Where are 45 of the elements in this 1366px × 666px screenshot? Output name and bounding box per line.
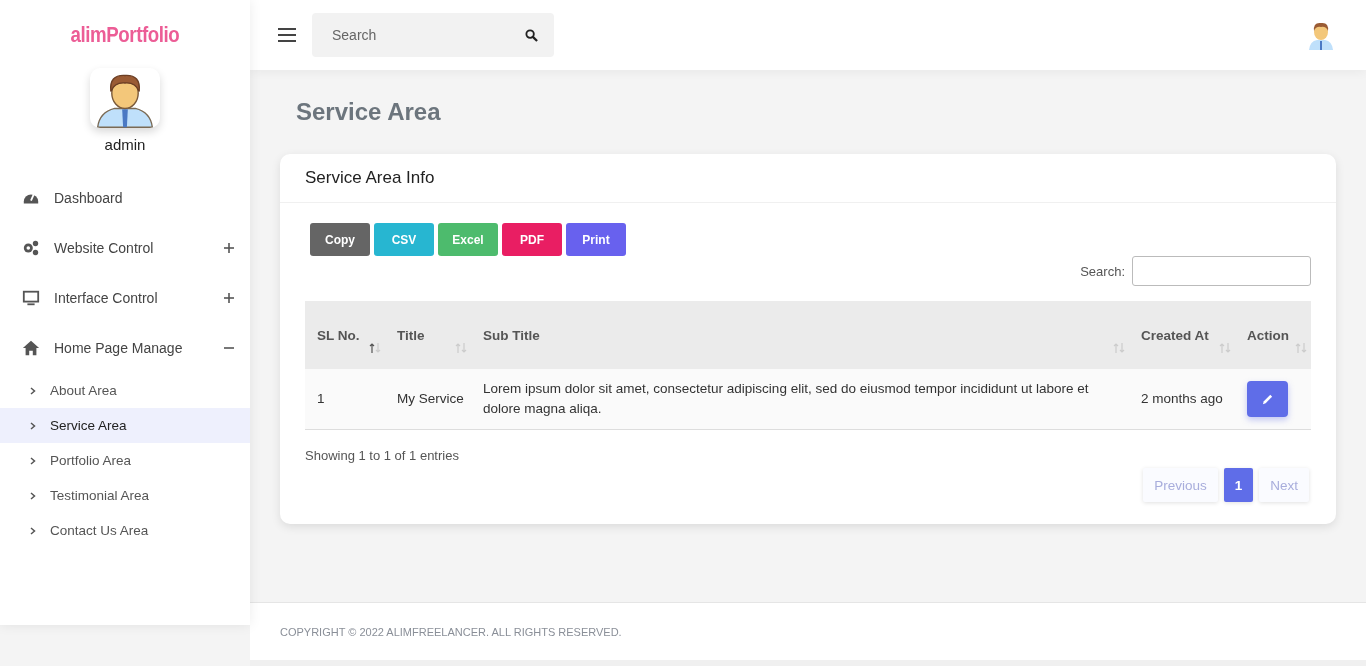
sidebar-item[interactable]: Interface Control <box>0 273 250 323</box>
column-header[interactable]: Sub Title <box>471 301 1129 369</box>
edit-button[interactable] <box>1247 381 1288 417</box>
chevron-icon <box>30 456 36 465</box>
menu-icon[interactable] <box>278 28 296 42</box>
page-button[interactable]: 1 <box>1223 468 1254 502</box>
monitor-icon <box>22 289 40 307</box>
table-cell: My Service <box>385 369 471 430</box>
sidebar-item[interactable]: Website Control <box>0 223 250 273</box>
avatar-icon[interactable] <box>1306 20 1336 50</box>
submenu-item[interactable]: Contact Us Area <box>0 513 250 548</box>
table-cell: 1 <box>305 369 385 430</box>
table-cell: Lorem ipsum dolor sit amet, consectetur adipiscing elit, sed do eiusmod tempor incididunt ut labore et dolore magna aliqa. <box>471 369 1129 430</box>
export-button[interactable]: PDF <box>502 223 562 256</box>
copyright-text: COPYRIGHT © 2022 ALIMFREELANCER. ALL RIGHTS RESERVED. <box>280 625 622 638</box>
submenu-item[interactable]: Service Area <box>0 408 250 443</box>
search-field[interactable]: Search <box>312 13 554 57</box>
search-icon[interactable] <box>525 29 538 42</box>
search-field[interactable] <box>1132 256 1311 286</box>
brand-logo[interactable]: alimPortfolio <box>70 22 180 48</box>
chevron-icon <box>30 526 36 535</box>
search-label: Search: <box>1080 263 1125 279</box>
avatar-icon <box>90 68 160 128</box>
submenu-item[interactable]: About Area <box>0 373 250 408</box>
sidebar-item[interactable]: Home Page Manage <box>0 323 250 373</box>
chevron-icon <box>30 386 36 395</box>
sidebar-item[interactable]: Dashboard <box>0 173 250 223</box>
export-button[interactable]: Copy <box>310 223 370 256</box>
card-title: Service Area Info <box>305 168 435 188</box>
chevron-icon <box>30 491 36 500</box>
column-header[interactable]: Created At <box>1129 301 1235 369</box>
column-header[interactable]: Title <box>385 301 471 369</box>
chevron-icon <box>30 421 36 430</box>
pencil-icon <box>1261 392 1274 406</box>
page-title: Service Area <box>296 98 442 126</box>
column-header[interactable]: SL No. <box>305 301 385 369</box>
submenu-item[interactable]: Testimonial Area <box>0 478 250 513</box>
column-header[interactable]: Action <box>1235 301 1311 369</box>
submenu-item[interactable]: Portfolio Area <box>0 443 250 478</box>
user-name: admin <box>104 136 146 153</box>
export-button[interactable]: Print <box>566 223 626 256</box>
entries-info: Showing 1 to 1 of 1 entries <box>305 448 460 463</box>
table-cell: 2 months ago <box>1129 369 1235 430</box>
home-icon <box>22 339 40 357</box>
gears-icon <box>22 239 40 257</box>
